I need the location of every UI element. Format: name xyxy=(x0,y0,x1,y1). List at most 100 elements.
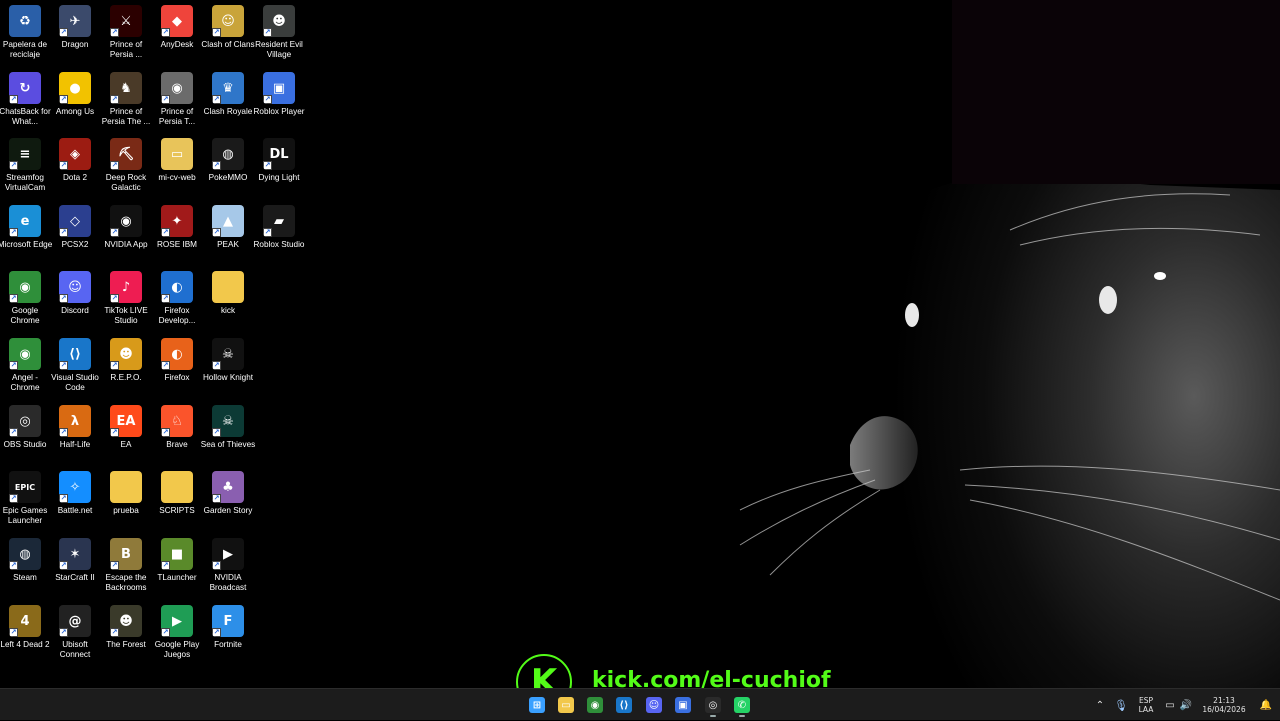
desktop-icon[interactable]: ☠ ↗ Hollow Knight xyxy=(203,333,253,399)
desktop-icon[interactable]: ✦ ↗ ROSE IBM xyxy=(152,200,202,266)
shortcut-arrow-icon: ↗ xyxy=(161,428,170,437)
desktop-icon[interactable]: ◉ ↗ NVIDIA App xyxy=(101,200,151,266)
desktop-icon[interactable]: ♪ ↗ TikTok LIVE Studio xyxy=(101,266,151,332)
desktop-icon[interactable]: ⛏ ↗ Deep Rock Galactic xyxy=(101,133,151,199)
shortcut-arrow-icon: ↗ xyxy=(9,628,18,637)
prince-of-persia-sands-icon: ♞ ↗ xyxy=(110,72,142,104)
taskbar-file-explorer[interactable]: ▭ xyxy=(553,692,579,718)
icon-glyph: ☠ xyxy=(222,346,234,362)
desktop-icon[interactable]: SCRIPTS xyxy=(152,466,202,532)
desktop-icon[interactable]: ✶ ↗ StarCraft II xyxy=(50,533,100,599)
desktop-icon-label: The Forest xyxy=(106,640,146,649)
clash-royale-icon: ♛ ↗ xyxy=(212,72,244,104)
desktop-icon[interactable]: DL ↗ Dying Light xyxy=(254,133,304,199)
icon-glyph: ● xyxy=(69,80,81,96)
desktop-icon-label: PCSX2 xyxy=(61,240,89,249)
desktop-icon[interactable]: ✈ ↗ Dragon xyxy=(50,0,100,66)
icon-glyph: ♛ xyxy=(222,80,234,96)
desktop-icon[interactable]: e ↗ Microsoft Edge xyxy=(0,200,52,266)
desktop-icon[interactable]: B ↗ Escape the Backrooms xyxy=(101,533,151,599)
desktop-icon[interactable]: ☠ ↗ Sea of Thieves xyxy=(201,400,255,466)
microphone-icon[interactable]: 🎙 xyxy=(1112,689,1130,721)
taskbar-vscode[interactable]: ⟨⟩ xyxy=(611,692,637,718)
desktop-icon[interactable]: ▶ ↗ Google Play Juegos xyxy=(152,600,202,666)
desktop-icon[interactable]: ◈ ↗ Dota 2 xyxy=(50,133,100,199)
desktop-icon[interactable]: ☻ ↗ The Forest xyxy=(101,600,151,666)
desktop-icon[interactable]: ↻ ↗ ChatsBack for What... xyxy=(0,67,51,133)
taskbar-roblox[interactable]: ▣ xyxy=(670,692,696,718)
desktop-icon[interactable]: ▲ ↗ PEAK xyxy=(203,200,253,266)
desktop-icon[interactable]: ◎ ↗ OBS Studio xyxy=(0,400,50,466)
desktop-icon[interactable]: ◐ ↗ Firefox Develop... xyxy=(152,266,202,332)
time-label: 21:13 xyxy=(1213,696,1235,705)
volume-icon[interactable]: 🔊 xyxy=(1178,689,1194,721)
desktop-icon-label: Prince of Persia T... xyxy=(158,107,196,126)
desktop-icon[interactable]: kick xyxy=(203,266,253,332)
language-indicator[interactable]: ESP LAA xyxy=(1132,689,1160,721)
desktop-icon[interactable]: ◆ ↗ AnyDesk xyxy=(152,0,202,66)
clock[interactable]: 21:13 16/04/2026 xyxy=(1196,689,1252,721)
desktop-icon[interactable]: ▭ mi-cv-web xyxy=(152,133,202,199)
desktop-icon[interactable]: ● ↗ Among Us xyxy=(50,67,100,133)
among-us-icon: ● ↗ xyxy=(59,72,91,104)
desktop-icon[interactable]: ♛ ↗ Clash Royale xyxy=(203,67,253,133)
desktop-icon[interactable]: ♞ ↗ Prince of Persia The ... xyxy=(101,67,151,133)
desktop-icon[interactable]: EA ↗ EA xyxy=(101,400,151,466)
desktop-icon[interactable]: ◉ ↗ Google Chrome xyxy=(0,266,50,332)
desktop-icon[interactable]: @ ↗ Ubisoft Connect xyxy=(50,600,100,666)
taskbar-chrome[interactable]: ◉ xyxy=(582,692,608,718)
icon-glyph: ◉ xyxy=(19,279,31,295)
taskbar-start-button[interactable]: ⊞ xyxy=(524,692,550,718)
desktop-icon[interactable]: ⟨⟩ ↗ Visual Studio Code xyxy=(50,333,100,399)
icon-glyph: ☻ xyxy=(119,346,133,362)
desktop-icon[interactable]: ♻ Papelera de reciclaje xyxy=(0,0,50,66)
desktop-icon[interactable]: F ↗ Fortnite xyxy=(203,600,253,666)
desktop-icon[interactable]: ☻ ↗ Resident Evil Village xyxy=(254,0,304,66)
icon-glyph: ■ xyxy=(170,546,184,562)
desktop[interactable]: ♻ Papelera de reciclaje ✈ ↗ Dragon ⚔ ↗ Prince o… xyxy=(0,0,1280,688)
desktop-icon[interactable]: ≡ ↗ Streamfog VirtualCam xyxy=(0,133,50,199)
desktop-icon[interactable]: ◉ ↗ Angel - Chrome xyxy=(0,333,50,399)
shortcut-arrow-icon: ↗ xyxy=(110,228,119,237)
icon-glyph: ♻ xyxy=(19,13,31,29)
repo-icon: ☻ ↗ xyxy=(110,338,142,370)
desktop-icon-label: Angel - Chrome xyxy=(10,373,40,392)
taskbar-whatsapp[interactable]: ✆ xyxy=(729,692,755,718)
desktop-icon[interactable]: ♣ ↗ Garden Story xyxy=(203,466,253,532)
desktop-icon[interactable]: ▰ ↗ Roblox Studio xyxy=(254,200,304,266)
desktop-icon[interactable]: ☺ ↗ Discord xyxy=(50,266,100,332)
desktop-icon[interactable]: ■ ↗ TLauncher xyxy=(152,533,202,599)
shortcut-arrow-icon: ↗ xyxy=(212,361,221,370)
desktop-icon-label: SCRIPTS xyxy=(159,506,195,515)
desktop-icon[interactable]: EPIC ↗ Epic Games Launcher xyxy=(0,466,50,532)
desktop-icon[interactable]: ✧ ↗ Battle.net xyxy=(50,466,100,532)
desktop-icon-label: Roblox Player xyxy=(253,107,305,116)
desktop-icon[interactable]: ♘ ↗ Brave xyxy=(152,400,202,466)
desktop-icon[interactable]: 4 ↗ Left 4 Dead 2 xyxy=(0,600,50,666)
discord-icon: ☺ ↗ xyxy=(59,271,91,303)
hollow-knight-icon: ☠ ↗ xyxy=(212,338,244,370)
desktop-icon[interactable]: prueba xyxy=(101,466,151,532)
desktop-icon[interactable]: ◍ ↗ PokeMMO xyxy=(203,133,253,199)
shortcut-arrow-icon: ↗ xyxy=(263,228,272,237)
epic-games-icon: EPIC ↗ xyxy=(9,471,41,503)
desktop-icon[interactable]: ☻ ↗ R.E.P.O. xyxy=(101,333,151,399)
desktop-icon[interactable]: ◇ ↗ PCSX2 xyxy=(50,200,100,266)
taskbar-obs[interactable]: ◎ xyxy=(700,692,726,718)
taskbar-discord[interactable]: ☺ xyxy=(641,692,667,718)
notifications-button[interactable]: 🔔 xyxy=(1256,689,1276,721)
desktop-icon[interactable]: λ ↗ Half-Life xyxy=(50,400,100,466)
left4dead2-icon: 4 ↗ xyxy=(9,605,41,637)
desktop-icon-label: Battle.net xyxy=(57,506,93,515)
icon-glyph: ◇ xyxy=(70,213,80,229)
icon-glyph: ✦ xyxy=(171,213,183,229)
desktop-icon[interactable]: ☺ ↗ Clash of Clans xyxy=(201,0,255,66)
desktop-icon[interactable]: ◐ ↗ Firefox xyxy=(152,333,202,399)
network-icon[interactable]: ▭ xyxy=(1162,689,1178,721)
desktop-icon[interactable]: ▣ ↗ Roblox Player xyxy=(254,67,304,133)
desktop-icon[interactable]: ◍ ↗ Steam xyxy=(0,533,50,599)
show-hidden-icons-button[interactable]: ⌃ xyxy=(1090,689,1110,721)
desktop-icon[interactable]: ▶ ↗ NVIDIA Broadcast xyxy=(203,533,253,599)
desktop-icon[interactable]: ◉ ↗ Prince of Persia T... xyxy=(152,67,202,133)
desktop-icon[interactable]: ⚔ ↗ Prince of Persia ... xyxy=(101,0,151,66)
